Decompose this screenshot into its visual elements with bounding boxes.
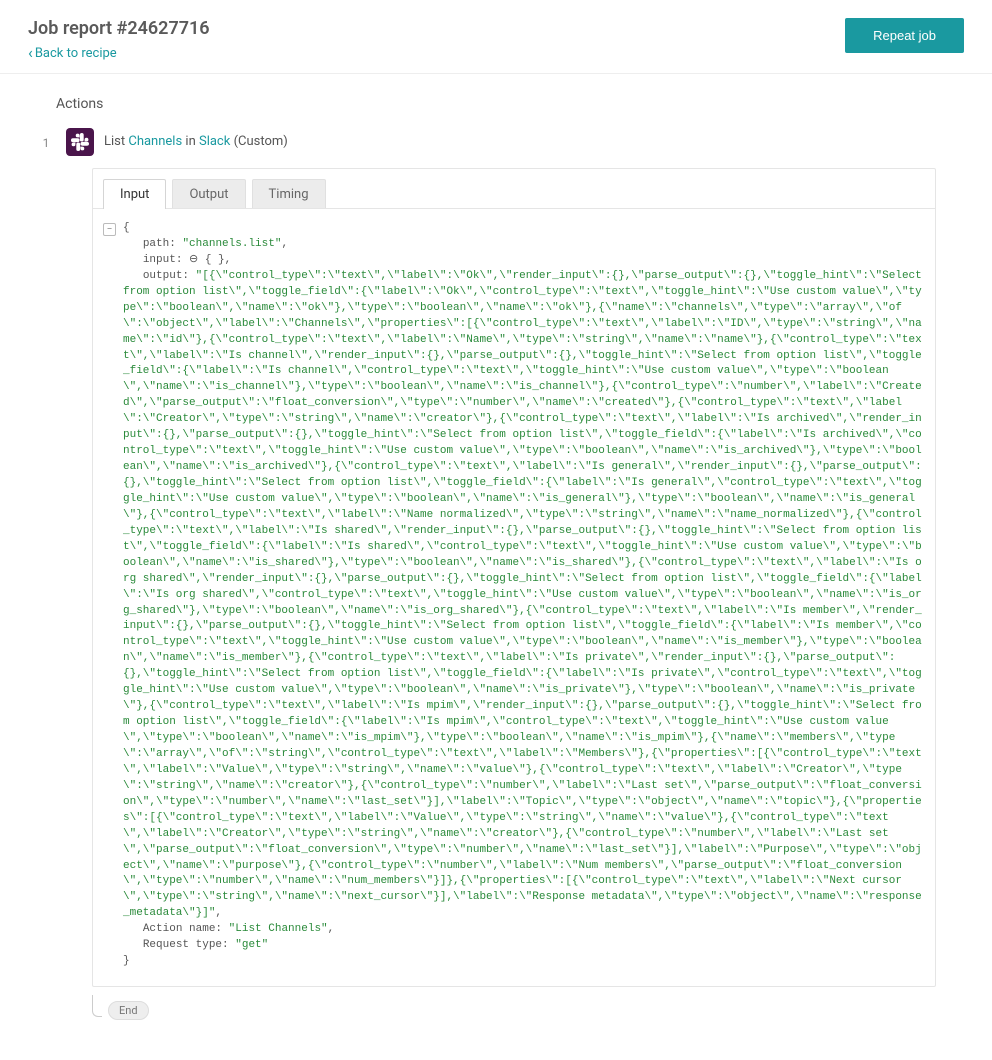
code-panel: − { path: "channels.list", input: ⊖ { },… [93,208,935,986]
step-title: List Channels in Slack (Custom) [104,128,288,149]
collapse-toggle-icon[interactable]: − [103,223,116,236]
page-title: Job report #24627716 [28,18,210,39]
page-header: Job report #24627716 Back to recipe Repe… [0,0,992,74]
tabs: Input Output Timing [93,169,935,209]
section-heading: Actions [56,96,936,112]
slack-icon [66,128,94,156]
step-detail-card: Input Output Timing − { path: "channels.… [92,168,936,987]
repeat-job-button[interactable]: Repeat job [845,18,964,53]
tab-output[interactable]: Output [172,179,245,209]
back-to-recipe-link[interactable]: Back to recipe [28,45,210,61]
step-number: 1 [36,128,56,150]
tab-input[interactable]: Input [103,179,166,209]
tab-timing[interactable]: Timing [252,179,326,209]
connector-line [92,995,102,1017]
end-row: End [92,1001,936,1020]
input-code: { path: "channels.list", input: ⊖ { }, o… [123,221,923,970]
slack-link[interactable]: Slack [199,134,230,149]
actions-section: Actions 1 List Channels in Slack (Custom… [0,74,992,1060]
channels-link[interactable]: Channels [128,134,182,149]
action-step: 1 List Channels in Slack (Custom) [36,128,936,156]
end-badge: End [108,1001,149,1020]
